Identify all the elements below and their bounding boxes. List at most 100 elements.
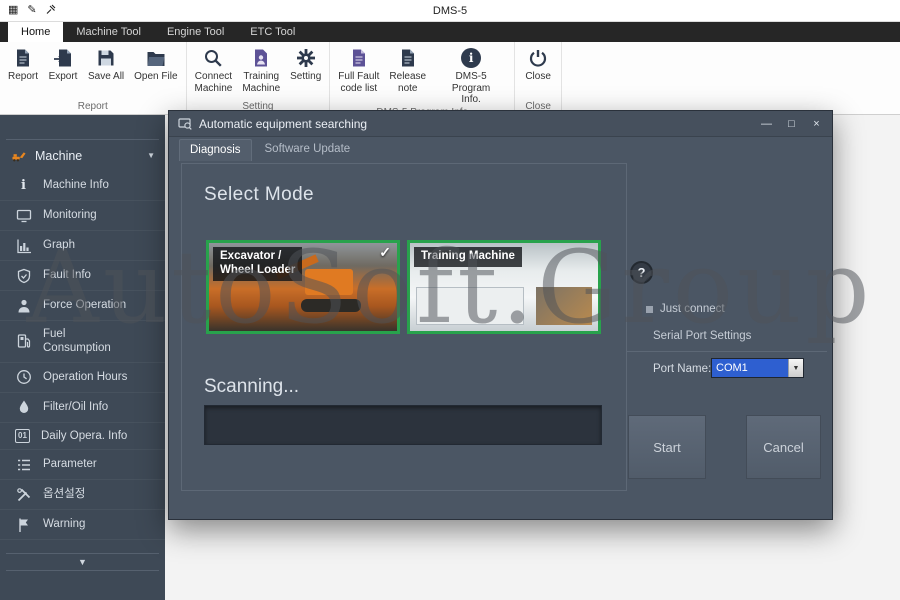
ribbon-group-close: Close Close [515, 42, 562, 114]
report-icon [13, 46, 33, 69]
sidebar-item-fuel-consumption[interactable]: Fuel Consumption [0, 321, 165, 363]
card-label: Excavator / Wheel Loader [213, 247, 302, 281]
info-circle-icon: i [461, 46, 481, 69]
tab-home[interactable]: Home [8, 22, 63, 42]
tab-machine-tool[interactable]: Machine Tool [63, 22, 154, 42]
setting-button[interactable]: Setting [285, 43, 326, 84]
bar-chart-icon [15, 237, 32, 254]
training-screenshot [536, 287, 592, 325]
gear-icon [296, 46, 316, 69]
sidebar-item-filter-oil-info[interactable]: Filter/Oil Info [0, 393, 165, 423]
folder-icon [146, 46, 166, 69]
tab-diagnosis[interactable]: Diagnosis [179, 139, 252, 161]
ribbon: Report Export Save All Open File [0, 42, 900, 115]
chevron-down-icon: ▼ [147, 151, 155, 160]
serial-port-divider [627, 351, 827, 352]
window-titlebar: ▦ ✎ DMS-5 [0, 0, 900, 22]
save-all-button[interactable]: Save All [83, 43, 129, 84]
port-name-select[interactable]: COM1 ▼ [711, 358, 804, 378]
cancel-button[interactable]: Cancel [746, 415, 821, 479]
dialog-title: Automatic equipment searching [199, 117, 367, 131]
ribbon-group-setting: Connect Machine Training Machine Setting… [187, 42, 331, 114]
ribbon-tab-bar: Home Machine Tool Engine Tool ETC Tool [0, 22, 900, 42]
window-title: DMS-5 [0, 5, 900, 17]
training-machine-button[interactable]: Training Machine [237, 43, 285, 95]
chevron-down-icon[interactable]: ▼ [788, 359, 803, 377]
sidebar-header-label: Machine [35, 149, 82, 163]
training-person-icon [251, 46, 271, 69]
app-window: ▦ ✎ DMS-5 Home Machine Tool Engine Tool … [0, 0, 900, 600]
dialog-maximize-button[interactable]: □ [785, 118, 798, 130]
sidebar-scroll-down-icon[interactable]: ▼ [0, 554, 165, 570]
export-icon [53, 46, 73, 69]
serial-port-settings-label: Serial Port Settings [653, 330, 751, 342]
start-button[interactable]: Start [628, 415, 706, 479]
tab-etc-tool[interactable]: ETC Tool [237, 22, 308, 42]
ribbon-group-label-report: Report [3, 101, 183, 114]
tab-engine-tool[interactable]: Engine Tool [154, 22, 237, 42]
calendar-icon: 01 [15, 429, 30, 443]
card-excavator-wheel-loader[interactable]: Excavator / Wheel Loader ✓ [206, 240, 400, 334]
sidebar-item-operation-hours[interactable]: Operation Hours [0, 363, 165, 393]
report-button[interactable]: Report [3, 43, 43, 84]
dialog-close-button[interactable]: × [810, 118, 823, 130]
full-fault-code-list-button[interactable]: Full Fault code list [333, 43, 384, 95]
shield-icon [15, 267, 32, 284]
fuel-pump-icon [15, 333, 32, 350]
export-button[interactable]: Export [43, 43, 83, 84]
sidebar-item-monitoring[interactable]: Monitoring [0, 201, 165, 231]
scanning-status-label: Scanning... [204, 376, 299, 398]
sidebar-item-fault-info[interactable]: Fault Info [0, 261, 165, 291]
progress-bar [204, 405, 602, 445]
card-training-machine[interactable]: Training Machine [407, 240, 601, 334]
magnifier-icon [203, 46, 223, 69]
sidebar-machine-dropdown[interactable]: Machine ▼ [0, 140, 165, 171]
sidebar-divider [6, 570, 159, 571]
dialog-titlebar[interactable]: Automatic equipment searching — □ × [169, 111, 832, 137]
close-button[interactable]: Close [518, 43, 558, 84]
sidebar-item-force-operation[interactable]: Force Operation [0, 291, 165, 321]
sidebar-item-machine-info[interactable]: i Machine Info [0, 171, 165, 201]
sidebar-item-graph[interactable]: Graph [0, 231, 165, 261]
open-file-button[interactable]: Open File [129, 43, 182, 84]
excavator-image [305, 269, 353, 295]
dialog-tab-bar: Diagnosis Software Update [179, 139, 360, 161]
sidebar-item-option-settings[interactable]: 옵션설정 [0, 480, 165, 510]
monitor-icon [15, 207, 32, 224]
check-icon: ✓ [379, 244, 391, 261]
dialog-minimize-button[interactable]: — [760, 118, 773, 130]
ribbon-group-report: Report Export Save All Open File [0, 42, 187, 114]
sidebar-item-daily-opera-info[interactable]: 01 Daily Opera. Info [0, 423, 165, 450]
select-mode-heading: Select Mode [204, 184, 314, 206]
sidebar-item-warning[interactable]: Warning [0, 510, 165, 540]
diagnosis-panel: Select Mode Excavator / Wheel Loader ✓ T… [181, 163, 627, 491]
program-info-button[interactable]: i DMS-5 Program Info. [431, 43, 511, 107]
port-name-label: Port Name: [653, 363, 711, 375]
port-name-value: COM1 [712, 359, 788, 377]
training-screenshot [416, 287, 524, 325]
excavator-image [301, 299, 361, 312]
flag-icon [15, 516, 32, 533]
oil-drop-icon [15, 399, 32, 416]
fault-code-doc-icon [349, 46, 369, 69]
mode-cards: Excavator / Wheel Loader ✓ Training Mach… [206, 240, 601, 334]
excavator-icon [10, 147, 27, 164]
just-connect-checkbox[interactable]: Just connect [646, 303, 725, 315]
release-note-button[interactable]: Release note [384, 43, 431, 95]
connect-machine-button[interactable]: Connect Machine [190, 43, 238, 95]
sidebar: Machine ▼ i Machine Info Monitoring Grap… [0, 115, 165, 600]
list-icon [15, 456, 32, 473]
release-note-doc-icon [398, 46, 418, 69]
checkbox-icon [646, 306, 653, 313]
sidebar-scroll-area: ▼ [0, 553, 165, 571]
dialog-automatic-equipment-searching: Automatic equipment searching — □ × Diag… [168, 110, 833, 520]
tab-software-update[interactable]: Software Update [255, 139, 361, 161]
person-icon [15, 297, 32, 314]
sidebar-item-parameter[interactable]: Parameter [0, 450, 165, 480]
clock-icon [15, 369, 32, 386]
dialog-search-icon [178, 117, 192, 131]
tools-icon [15, 486, 32, 503]
ribbon-group-program-info: Full Fault code list Release note i DMS-… [330, 42, 515, 114]
help-icon[interactable]: ? [630, 261, 653, 284]
card-label: Training Machine [414, 247, 522, 267]
